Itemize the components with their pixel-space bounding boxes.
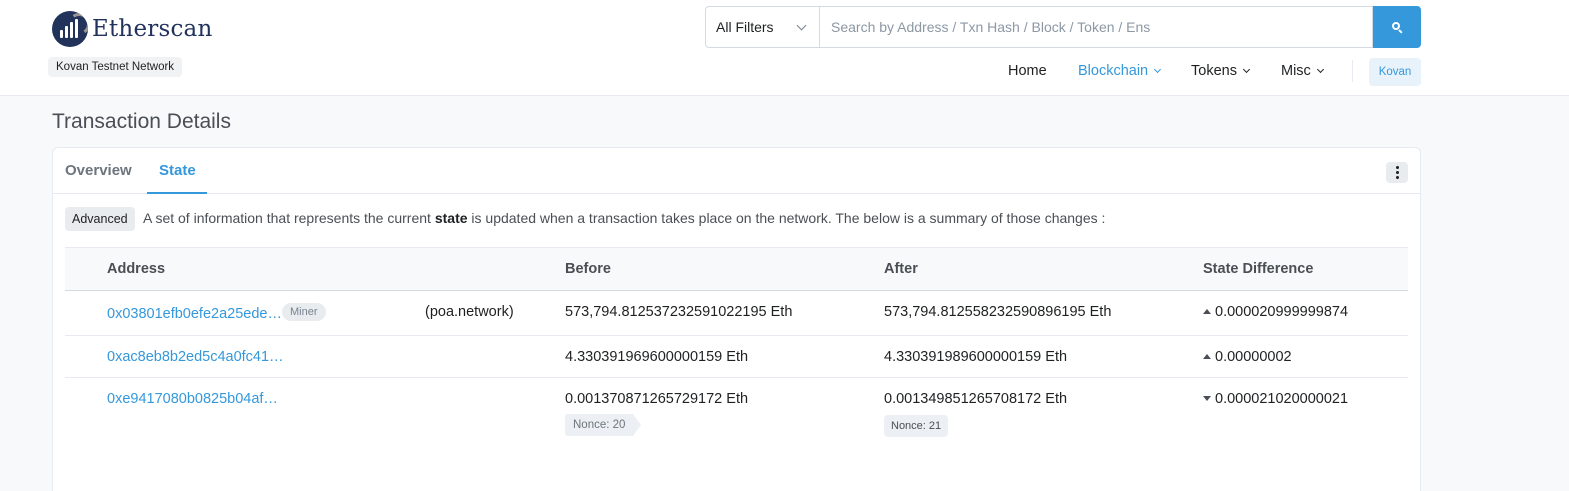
dot	[1395, 176, 1399, 179]
advanced-badge: Advanced	[65, 207, 135, 231]
address-link[interactable]: 0xe9417080b0825b04af…	[107, 391, 278, 407]
search-filter-label: All Filters	[716, 19, 774, 35]
network-switch-button[interactable]: Kovan	[1369, 58, 1421, 86]
dot	[1395, 171, 1399, 174]
search-input[interactable]	[819, 6, 1373, 48]
balance-before: 573,794.812537232591022195 Eth	[565, 304, 793, 320]
table-row: 0xe9417080b0825b04af… 0.0013708712657291…	[65, 378, 1408, 448]
arrow-up-icon	[1203, 354, 1211, 359]
balance-before: 0.001370871265729172 Eth	[565, 391, 749, 407]
balance-before: 4.330391969600000159 Eth	[565, 349, 749, 365]
state-description: A set of information that represents the…	[143, 210, 1106, 226]
etherscan-logo-icon	[52, 11, 88, 47]
tab-bar: Overview State	[53, 148, 1420, 194]
site-header: Etherscan Kovan Testnet Network All Filt…	[0, 0, 1569, 96]
search-icon	[1391, 21, 1403, 34]
column-header-address: Address	[107, 261, 166, 277]
search-button[interactable]	[1373, 6, 1421, 48]
address-link[interactable]: 0x03801efb0efe2a25ede…	[107, 306, 282, 322]
column-header-after: After	[884, 261, 918, 277]
arrow-up-icon	[1203, 309, 1211, 314]
chevron-down-icon	[1154, 65, 1162, 73]
etherscan-logo[interactable]: Etherscan	[52, 11, 212, 47]
balance-after: 573,794.812558232590896195 Eth	[884, 304, 1112, 320]
chevron-down-icon	[1316, 65, 1324, 73]
column-header-before: Before	[565, 261, 611, 277]
chevron-down-icon	[1242, 65, 1250, 73]
active-tab-indicator	[147, 192, 207, 194]
table-row: 0x03801efb0efe2a25ede… Miner (poa.networ…	[65, 291, 1408, 336]
address-link[interactable]: 0xac8eb8b2ed5c4a0fc41…	[107, 349, 284, 365]
arrow-down-icon	[1203, 396, 1211, 401]
column-header-state-difference: State Difference	[1203, 261, 1314, 277]
tab-state[interactable]: State	[159, 162, 196, 179]
miner-tag: Miner	[282, 303, 326, 321]
search-bar: All Filters	[705, 6, 1421, 48]
dot	[1395, 166, 1399, 169]
address-name-tag: (poa.network)	[425, 304, 514, 320]
balance-after: 4.330391989600000159 Eth	[884, 349, 1068, 365]
state-table-header: Address Before After State Difference	[65, 247, 1408, 291]
table-row: 0xac8eb8b2ed5c4a0fc41… 4.330391969600000…	[65, 336, 1408, 378]
more-options-button[interactable]	[1386, 162, 1408, 183]
logo-text: Etherscan	[92, 16, 213, 42]
nav-divider	[1352, 60, 1353, 82]
transaction-card: Overview State Advanced A set of informa…	[52, 147, 1421, 491]
nav-blockchain[interactable]: Blockchain	[1078, 63, 1162, 79]
nav-home[interactable]: Home	[1008, 63, 1047, 79]
network-badge: Kovan Testnet Network	[48, 57, 183, 77]
tab-overview[interactable]: Overview	[65, 162, 132, 179]
state-difference: 0.000021020000021	[1203, 391, 1348, 407]
balance-after: 0.001349851265708172 Eth	[884, 391, 1068, 407]
chevron-down-icon	[796, 20, 807, 31]
search-filter-select[interactable]: All Filters	[705, 6, 819, 48]
state-difference: 0.00000002	[1203, 349, 1292, 365]
nav-tokens[interactable]: Tokens	[1191, 63, 1250, 79]
nonce-before-tag: Nonce: 20	[565, 414, 642, 436]
nav-misc[interactable]: Misc	[1281, 63, 1324, 79]
state-difference: 0.000020999999874	[1203, 304, 1348, 320]
page-title: Transaction Details	[52, 110, 231, 133]
nonce-after-badge: Nonce: 21	[884, 415, 949, 437]
